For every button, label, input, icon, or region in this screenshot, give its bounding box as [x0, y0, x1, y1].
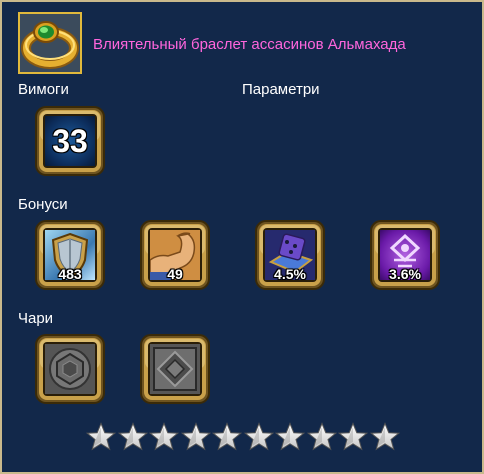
- star-rating: [86, 422, 406, 454]
- empty-star-icon: [306, 422, 337, 451]
- empty-star-icon: [212, 422, 242, 451]
- bonuses-heading: Бонуси: [18, 196, 68, 213]
- bonus-value: 3.6%: [389, 266, 421, 282]
- bonus-slot-armor[interactable]: 483: [34, 219, 106, 291]
- bonus-slot-chance[interactable]: 4.5%: [254, 219, 326, 291]
- bonus-slot-strength[interactable]: 49: [139, 219, 211, 291]
- parameters-heading: Параметри: [242, 81, 320, 98]
- bonus-value: 4.5%: [274, 266, 306, 282]
- level-badge-background: 33: [45, 116, 95, 166]
- charm-slot-2[interactable]: [139, 333, 211, 405]
- item-icon: [18, 12, 82, 74]
- empty-star-icon: [243, 422, 274, 451]
- empty-charm-slot-round-icon: [45, 344, 95, 394]
- item-name: Влиятельный браслет ассасинов Альмахада: [93, 36, 406, 53]
- charms-heading: Чари: [18, 310, 54, 327]
- required-level-slot[interactable]: 33: [34, 105, 106, 177]
- item-tooltip-panel: Влиятельный браслет ассасинов Альмахада …: [0, 0, 484, 474]
- empty-star-icon: [86, 422, 116, 451]
- bonus-value: 49: [167, 266, 183, 282]
- bonus-value: 483: [58, 266, 82, 282]
- empty-charm-slot-diamond-icon: [150, 344, 200, 394]
- empty-star-icon: [117, 422, 148, 451]
- empty-star-icon: [149, 422, 179, 451]
- requirements-heading: Вимоги: [18, 81, 69, 98]
- empty-star-icon: [275, 422, 305, 451]
- empty-star-icon: [338, 422, 368, 451]
- empty-star-icon: [369, 422, 400, 451]
- charm-slot-1[interactable]: [34, 333, 106, 405]
- bonus-slot-rune[interactable]: 3.6%: [369, 219, 441, 291]
- empty-star-icon: [180, 422, 211, 451]
- required-level-value: 33: [52, 123, 88, 159]
- gold-bracelet-icon: [20, 14, 80, 72]
